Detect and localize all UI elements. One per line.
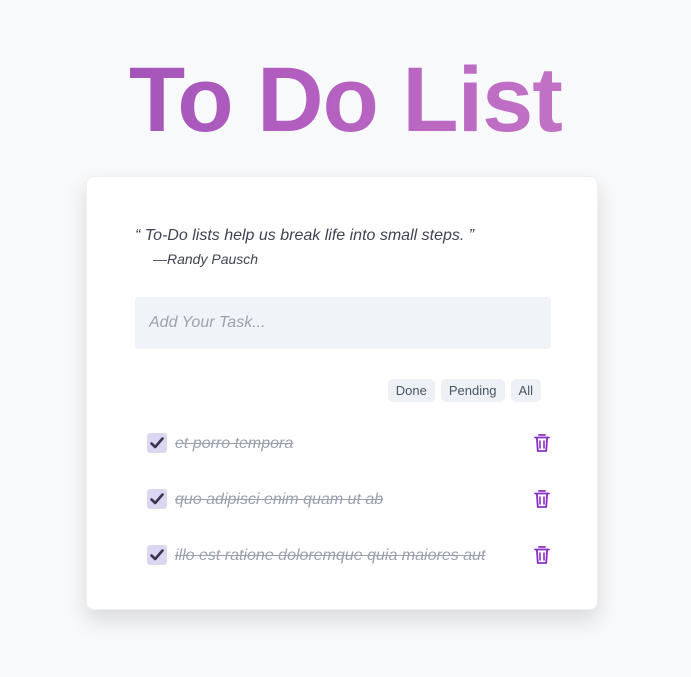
task-item: quo adipisci enim quam ut ab	[147, 487, 551, 543]
add-task-input[interactable]	[135, 297, 551, 349]
trash-icon[interactable]	[533, 433, 551, 453]
task-checkbox[interactable]	[147, 489, 167, 509]
app-title: To Do List	[0, 48, 691, 152]
filter-done-button[interactable]: Done	[387, 379, 435, 402]
filter-all-button[interactable]: All	[510, 379, 541, 402]
trash-icon[interactable]	[533, 489, 551, 509]
task-checkbox[interactable]	[147, 545, 167, 565]
quote-text: “ To-Do lists help us break life into sm…	[135, 227, 475, 244]
task-text: et porro tempora	[175, 435, 294, 452]
filter-group: Done Pending All	[387, 379, 541, 402]
filter-pending-button[interactable]: Pending	[440, 379, 505, 402]
task-checkbox[interactable]	[147, 433, 167, 453]
task-list: et porro tempora quo adipisci enim quam …	[147, 431, 551, 599]
task-item: illo est ratione doloremque quia maiores…	[147, 543, 551, 599]
task-item: et porro tempora	[147, 431, 551, 487]
task-text: illo est ratione doloremque quia maiores…	[175, 547, 486, 564]
checkmark-icon	[150, 437, 164, 449]
checkmark-icon	[150, 549, 164, 561]
checkmark-icon	[150, 493, 164, 505]
task-text: quo adipisci enim quam ut ab	[175, 491, 384, 508]
todo-card: “ To-Do lists help us break life into sm…	[86, 176, 598, 610]
quote-author: —Randy Pausch	[153, 251, 259, 267]
trash-icon[interactable]	[533, 545, 551, 565]
